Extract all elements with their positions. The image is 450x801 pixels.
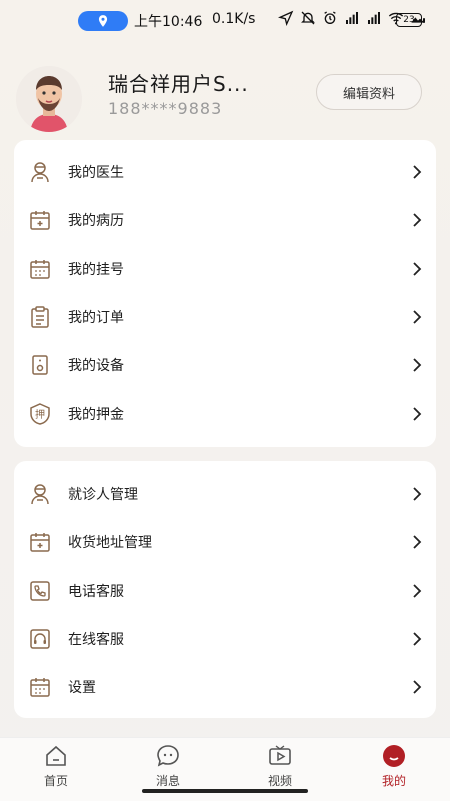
patient-icon xyxy=(28,482,52,506)
tab-label: 我的 xyxy=(381,774,406,788)
calendar-icon xyxy=(28,257,52,281)
tab-label: 消息 xyxy=(155,774,180,788)
menu-item-label: 电话客服 xyxy=(68,583,124,600)
video-icon xyxy=(269,745,291,765)
menu-item-label: 设置 xyxy=(68,680,96,697)
chevron-right-icon xyxy=(413,165,422,179)
menu-item-patient-management[interactable]: 就诊人管理 xyxy=(14,470,436,518)
menu-item-label: 就诊人管理 xyxy=(68,487,138,504)
menu-item-deposit[interactable]: 押 我的押金 xyxy=(14,389,436,437)
chevron-right-icon xyxy=(413,406,422,421)
tab-home[interactable]: 首页 xyxy=(26,743,86,793)
chevron-right-icon xyxy=(413,680,422,694)
network-speed: 0.1K/s xyxy=(212,11,256,27)
deposit-glyph: 押 xyxy=(35,408,45,421)
avatar-illustration-icon xyxy=(16,66,82,132)
menu-item-label: 我的订单 xyxy=(68,310,124,327)
menu-item-devices[interactable]: 我的设备 xyxy=(14,341,436,389)
chevron-right-icon xyxy=(413,310,422,324)
profile-header: 瑞合祥用户S... 188****9883 编辑资料 xyxy=(0,62,450,132)
signal-icon-2 xyxy=(368,12,380,24)
clipboard-icon xyxy=(28,305,52,329)
phone-icon xyxy=(28,579,52,603)
menu-item-settings[interactable]: 设置 xyxy=(14,663,436,711)
menu-item-label: 我的医生 xyxy=(68,165,124,182)
chevron-right-icon xyxy=(413,535,422,550)
home-icon xyxy=(46,745,66,766)
tab-profile[interactable]: 我的 xyxy=(364,743,424,793)
edit-profile-button[interactable]: 编辑资料 xyxy=(316,74,422,110)
signal-icon xyxy=(346,12,358,24)
avatar[interactable] xyxy=(16,66,82,132)
user-name: 瑞合祥用户S... xyxy=(108,72,249,96)
address-icon xyxy=(28,530,52,554)
tab-messages[interactable]: 消息 xyxy=(138,743,198,793)
navigation-arrow-icon xyxy=(278,10,294,26)
status-bar: 上午10:46 0.1K/s 23 xyxy=(0,0,450,40)
chevron-right-icon xyxy=(413,358,422,372)
menu-item-online-service[interactable]: 在线客服 xyxy=(14,615,436,663)
medical-record-icon xyxy=(28,208,52,232)
battery-indicator: 23 xyxy=(396,13,425,27)
chevron-right-icon xyxy=(413,487,422,501)
tab-label: 首页 xyxy=(43,774,68,788)
menu-item-medical-record[interactable]: 我的病历 xyxy=(14,196,436,244)
chevron-right-icon xyxy=(413,632,422,646)
menu-item-phone-service[interactable]: 电话客服 xyxy=(14,567,436,615)
status-time: 上午10:46 xyxy=(134,14,203,30)
tab-label: 视频 xyxy=(267,774,292,788)
chevron-right-icon xyxy=(413,584,422,598)
menu-item-label: 收货地址管理 xyxy=(68,535,152,552)
menu-item-orders[interactable]: 我的订单 xyxy=(14,293,436,341)
primary-menu-card: 我的医生 我的病历 我的挂号 我的订单 我的设备 押 我的押金 xyxy=(14,140,436,447)
deposit-icon: 押 xyxy=(28,402,52,426)
location-indicator xyxy=(78,11,128,31)
message-icon xyxy=(157,745,179,767)
chevron-right-icon xyxy=(413,213,422,228)
headset-icon xyxy=(28,627,52,651)
menu-item-label: 我的挂号 xyxy=(68,261,124,278)
menu-item-my-doctor[interactable]: 我的医生 xyxy=(14,148,436,196)
user-phone: 188****9883 xyxy=(108,99,223,118)
secondary-menu-card: 就诊人管理 收货地址管理 电话客服 在线客服 设置 xyxy=(14,461,436,718)
menu-item-label: 我的设备 xyxy=(68,358,124,375)
device-icon xyxy=(28,353,52,377)
home-indicator[interactable] xyxy=(142,789,308,793)
menu-item-address-management[interactable]: 收货地址管理 xyxy=(14,518,436,566)
menu-item-label: 我的病历 xyxy=(68,213,124,230)
chevron-right-icon xyxy=(413,262,422,276)
tab-video[interactable]: 视频 xyxy=(250,743,310,793)
mute-bell-icon xyxy=(301,11,315,25)
menu-item-label: 我的押金 xyxy=(68,406,124,423)
profile-icon xyxy=(383,745,405,767)
location-pin-icon xyxy=(98,15,108,27)
alarm-icon xyxy=(324,11,336,24)
menu-item-registration[interactable]: 我的挂号 xyxy=(14,245,436,293)
doctor-icon xyxy=(28,160,52,184)
menu-item-label: 在线客服 xyxy=(68,632,124,649)
settings-calendar-icon xyxy=(28,675,52,699)
